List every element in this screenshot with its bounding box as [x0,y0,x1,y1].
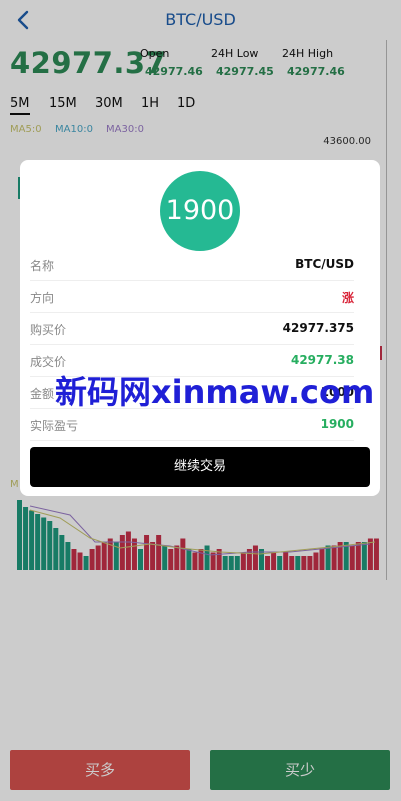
detail-row-pnl: 实际盈亏 1900 [30,409,354,441]
detail-row-buy-price: 购买价 42977.375 [30,313,354,345]
detail-value: 42977.375 [282,321,354,335]
detail-value: 1900 [320,417,354,431]
detail-value: 42977.38 [290,353,354,367]
trade-result-modal: 1900 名称 BTC/USD 方向 涨 购买价 42977.375 成交价 4… [20,160,380,496]
detail-key: 方向 [30,291,55,305]
detail-key: 金额 [30,387,55,401]
watermark: 新码网xinmaw.com [55,373,375,411]
detail-key: 实际盈亏 [30,419,79,433]
page: BTC/USD 42977.37 Open 42977.46 24H Low 4… [0,0,401,801]
detail-row-direction: 方向 涨 [30,281,354,313]
detail-key: 购买价 [30,323,67,337]
profit-badge: 1900 [160,171,240,251]
detail-row-name: 名称 BTC/USD [30,249,354,281]
continue-trading-button[interactable]: 继续交易 [30,447,370,487]
detail-value: BTC/USD [295,257,354,271]
detail-value: 涨 [341,291,354,305]
detail-key: 名称 [30,259,55,273]
